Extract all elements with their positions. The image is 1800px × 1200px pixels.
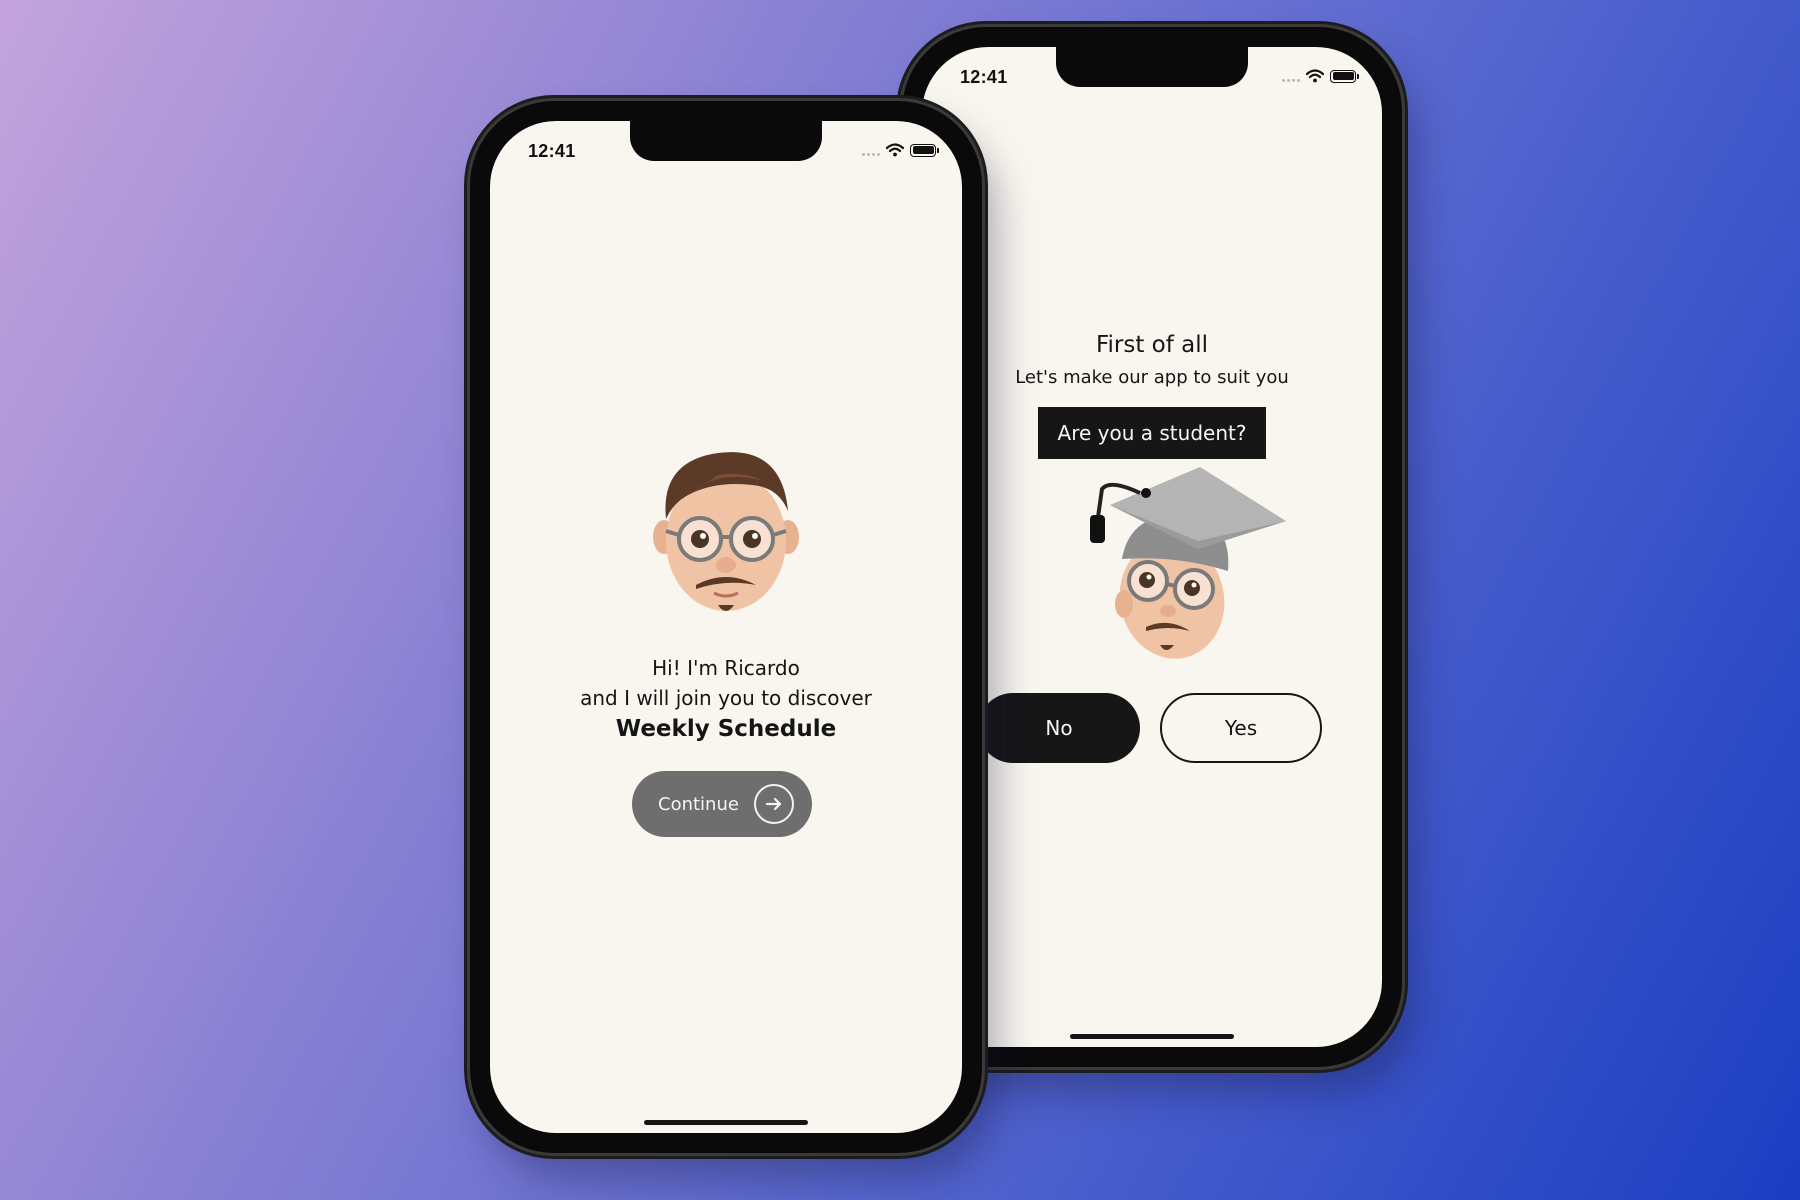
yes-button[interactable]: Yes: [1160, 693, 1322, 763]
greeting-line-2: and I will join you to discover: [580, 686, 872, 710]
no-button[interactable]: No: [978, 693, 1140, 763]
notch: [1056, 47, 1248, 87]
battery-icon: [910, 143, 939, 157]
signal-icon: [1282, 78, 1300, 82]
battery-icon: [1330, 69, 1359, 83]
continue-button[interactable]: Continue: [632, 771, 812, 837]
home-indicator[interactable]: [644, 1120, 808, 1125]
phone-welcome: 12:41 Hi! I'm Ricardo and I will join yo…: [470, 101, 982, 1153]
question-subtitle: Let's make our app to suit you: [1015, 367, 1289, 388]
graduate-avatar: [1090, 467, 1286, 659]
question-screen: 12:41 First of all Let's make our app to…: [922, 47, 1382, 1047]
ricardo-avatar: [653, 452, 799, 611]
status-icons: [862, 143, 939, 157]
notch: [630, 121, 822, 161]
home-indicator[interactable]: [1070, 1034, 1234, 1039]
status-time: 12:41: [528, 141, 576, 161]
arrow-right-circle-icon: [754, 784, 794, 824]
greeting-line-1: Hi! I'm Ricardo: [652, 656, 800, 680]
question-title: First of all: [1095, 332, 1209, 358]
question-bubble: Are you a student?: [1038, 407, 1266, 459]
status-time: 12:41: [960, 67, 1008, 87]
continue-label: Continue: [658, 793, 739, 815]
app-name: Weekly Schedule: [615, 716, 837, 742]
welcome-screen: 12:41 Hi! I'm Ricardo and I will join yo…: [490, 121, 962, 1133]
wifi-icon: [1306, 69, 1324, 83]
signal-icon: [862, 152, 880, 156]
wifi-icon: [886, 143, 904, 157]
status-icons: [1282, 69, 1359, 83]
